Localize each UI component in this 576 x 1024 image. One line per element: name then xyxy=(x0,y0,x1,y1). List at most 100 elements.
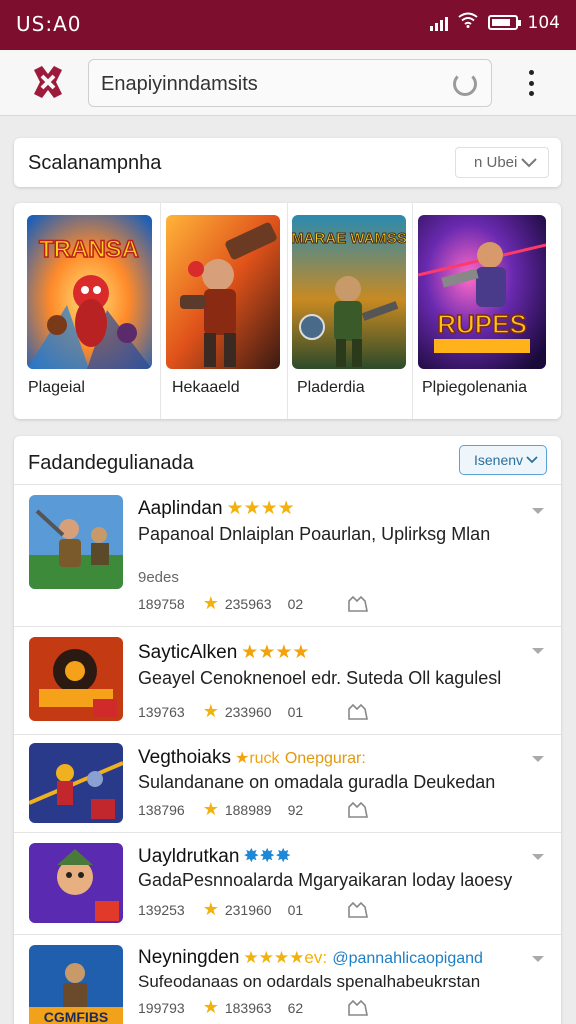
download-count: 189758 xyxy=(138,595,185,612)
thumb-caption: CGMFIBS xyxy=(44,1009,109,1024)
game-meta: 139253 ★ 231960 01 xyxy=(138,899,369,920)
list-item[interactable]: Uayldrutkan ✸✸✸ GadaPesnnoalarda Mgaryaik… xyxy=(14,832,561,934)
app-logo-icon[interactable] xyxy=(28,62,68,102)
rating-stars: ★★★★ xyxy=(226,498,295,519)
version-label: 01 xyxy=(287,703,304,720)
game-description: Sulandanane on omadala guradla Deukedan xyxy=(138,772,496,792)
chevron-down-icon[interactable] xyxy=(531,853,545,862)
bookmark-icon[interactable] xyxy=(347,901,369,919)
version-label: 62 xyxy=(287,999,304,1016)
game-subtitle: 9edes xyxy=(138,569,179,586)
game-tag: @pannahlicaopigand xyxy=(332,950,483,967)
star-icon: ★ xyxy=(202,701,219,721)
bookmark-icon[interactable] xyxy=(347,999,369,1017)
search-query: Enapiyinndamsits xyxy=(101,73,258,95)
version-label: 92 xyxy=(287,801,304,818)
loading-spinner-icon xyxy=(453,72,477,96)
rating-count: 233960 xyxy=(224,703,272,720)
chevron-down-icon[interactable] xyxy=(531,647,545,656)
game-description: Geayel Cenoknenoel edr. Suteda Oll kagul… xyxy=(138,668,502,688)
category-bar: Scalanampnha n Ubei xyxy=(14,138,561,187)
featured-tile[interactable]: MARAE WAMSS Pladerdia xyxy=(288,203,413,419)
list-heading: Fadandegulianada xyxy=(28,452,194,474)
cover-title: RUPES xyxy=(437,309,527,339)
game-title: Aaplindan ★★★★ xyxy=(138,498,295,519)
game-thumbnail-image xyxy=(29,495,123,589)
game-meta: 138796 ★ 188989 92 xyxy=(138,799,369,820)
chevron-down-icon[interactable] xyxy=(531,955,545,964)
game-cover-image xyxy=(166,215,280,369)
featured-label: Plpiegolenania xyxy=(422,379,527,396)
featured-label: Plageial xyxy=(28,379,85,396)
download-count: 139763 xyxy=(138,703,185,720)
game-list: Fadandegulianada Isenenv Aaplindan ★★★★ P… xyxy=(14,436,561,1024)
search-input[interactable]: Enapiyinndamsits xyxy=(88,59,492,107)
game-meta: 199793 ★ 183963 62 xyxy=(138,997,369,1018)
game-description: GadaPesnnoalarda Mgaryaikaran loday laoe… xyxy=(138,870,513,890)
download-count: 199793 xyxy=(138,999,185,1016)
star-icon: ★ xyxy=(202,997,219,1017)
top-bar: Enapiyinndamsits xyxy=(0,50,576,116)
download-count: 138796 xyxy=(138,801,185,818)
game-cover-image: RUPES xyxy=(418,215,546,369)
signal-icon xyxy=(429,15,448,31)
game-thumbnail-image xyxy=(29,743,123,823)
version-label: 01 xyxy=(287,901,304,918)
dropdown-label: n Ubei xyxy=(474,154,518,171)
rating-stars: ✸✸✸ xyxy=(243,846,292,867)
game-cover-image: MARAE WAMSS xyxy=(292,215,406,369)
game-tag: Onepgurar: xyxy=(284,750,366,767)
cover-title: MARAE WAMSS xyxy=(292,230,406,247)
chevron-down-icon[interactable] xyxy=(531,755,545,764)
rating-stars: ★★★★ev: xyxy=(243,948,328,967)
game-title: Vegthoiaks ★ruck Onepgurar: xyxy=(138,747,366,768)
game-title: Neyningden ★★★★ev: @pannahlicaopigand xyxy=(138,947,483,968)
featured-tile[interactable]: Hekaaeld xyxy=(162,203,288,419)
bookmark-icon[interactable] xyxy=(347,801,369,819)
game-description: Papanoal Dnlaiplan Poaurlan, Uplirksg Ml… xyxy=(138,524,491,544)
status-icons: 104 xyxy=(429,12,560,33)
game-description: Sufeodanaas on odardals spenalhabeukrsta… xyxy=(138,972,481,991)
featured-label: Hekaaeld xyxy=(172,379,240,396)
rating-count: 183963 xyxy=(224,999,272,1016)
game-title: SayticAlken ★★★★ xyxy=(138,642,310,663)
rating-stars: ★ruck xyxy=(234,750,280,767)
bookmark-icon[interactable] xyxy=(347,595,369,613)
rating-count: 235963 xyxy=(224,595,272,612)
more-options-icon[interactable] xyxy=(526,70,536,96)
star-icon: ★ xyxy=(202,899,219,919)
list-item[interactable]: SayticAlken ★★★★ Geayel Cenoknenoel edr. … xyxy=(14,626,561,734)
rating-count: 231960 xyxy=(224,901,272,918)
featured-label: Pladerdia xyxy=(297,379,365,396)
status-time: US:A0 xyxy=(16,12,82,36)
download-count: 139253 xyxy=(138,901,185,918)
star-icon: ★ xyxy=(202,593,219,613)
game-meta: 189758 ★ 235963 02 xyxy=(138,593,369,614)
list-filter-button[interactable]: Isenenv xyxy=(459,445,547,475)
featured-carousel: TRANSA Plageial Hekaaeld MARAE WAMSS Pla… xyxy=(14,203,561,419)
status-bar: US:A0 104 xyxy=(0,0,576,50)
rating-stars: ★★★★ xyxy=(241,642,310,663)
chevron-down-icon xyxy=(521,158,537,168)
game-title: Uayldrutkan ✸✸✸ xyxy=(138,846,292,867)
chevron-down-icon[interactable] xyxy=(531,507,545,516)
chevron-down-icon xyxy=(526,456,538,464)
cover-title: TRANSA xyxy=(39,236,139,263)
list-item[interactable]: CGMFIBS Neyningden ★★★★ev: @pannahlicaopi… xyxy=(14,934,561,1024)
version-label: 02 xyxy=(287,595,304,612)
rating-count: 188989 xyxy=(224,801,272,818)
list-filter-label: Isenenv xyxy=(474,452,524,468)
game-thumbnail-image xyxy=(29,637,123,721)
featured-tile[interactable]: TRANSA Plageial xyxy=(14,203,161,419)
game-thumbnail-image xyxy=(29,843,123,923)
battery-icon xyxy=(487,15,521,30)
bookmark-icon[interactable] xyxy=(347,703,369,721)
featured-tile[interactable]: RUPES Plpiegolenania xyxy=(413,203,561,419)
star-icon: ★ xyxy=(202,799,219,819)
list-item[interactable]: Vegthoiaks ★ruck Onepgurar: Sulandanane o… xyxy=(14,734,561,832)
game-thumbnail-image: CGMFIBS xyxy=(29,945,123,1024)
list-item[interactable]: Aaplindan ★★★★ Papanoal Dnlaiplan Poaurla… xyxy=(14,484,561,626)
game-cover-image: TRANSA xyxy=(27,215,152,369)
wifi-icon xyxy=(457,12,478,33)
category-dropdown[interactable]: n Ubei xyxy=(455,147,549,178)
